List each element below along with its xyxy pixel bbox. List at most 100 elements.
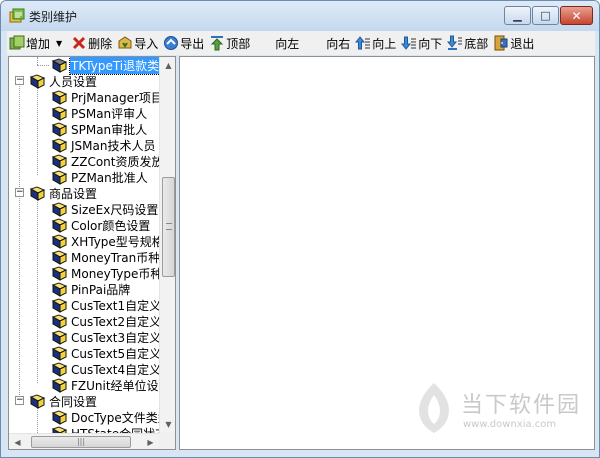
book-icon	[51, 329, 68, 345]
book-icon	[51, 409, 68, 425]
tree-node[interactable]: CusText2自定义文	[37, 313, 174, 329]
exit-icon	[493, 35, 509, 51]
tree-node[interactable]: JSMan技术人员	[37, 137, 156, 153]
scroll-up-icon[interactable]: ▲	[160, 57, 175, 74]
tree-node[interactable]: CusText4自定义文	[37, 361, 174, 377]
book-icon	[51, 217, 68, 233]
tree-node[interactable]: XHType型号规格	[37, 233, 165, 249]
tree-root-line	[19, 77, 20, 399]
top-button[interactable]: 顶部	[207, 32, 252, 54]
tree-node-label: SizeEx尺码设置	[71, 202, 159, 217]
tree-node-label: JSMan技术人员	[71, 138, 156, 153]
tree-group-personnel[interactable]: − 人员设置	[9, 73, 98, 89]
add-button[interactable]: 增加 ▼	[7, 32, 68, 54]
collapse-icon[interactable]: −	[15, 76, 24, 85]
exit-label: 退出	[510, 36, 535, 51]
bottom-label: 底部	[464, 36, 489, 51]
scroll-right-icon[interactable]: ▶	[142, 434, 159, 449]
tree-node-label: 人员设置	[49, 74, 98, 89]
import-icon	[117, 35, 133, 51]
tree-node-label: 商品设置	[49, 186, 98, 201]
move-down-button[interactable]: 向下	[399, 32, 444, 54]
book-icon	[51, 121, 68, 137]
export-icon	[163, 35, 179, 51]
collapse-icon[interactable]: −	[15, 396, 24, 405]
tree-node[interactable]: MoneyTran币种转	[37, 249, 173, 265]
move-left-label: 向左	[275, 36, 300, 51]
horizontal-scroll-thumb[interactable]: |||	[31, 436, 131, 448]
export-button[interactable]: 导出	[161, 32, 206, 54]
window-title: 类别维护	[29, 10, 78, 24]
title-bar[interactable]: 类别维护 ▁ □ ✕	[1, 1, 599, 31]
tree-node-tktype[interactable]: TKTypeTi退款类	[37, 57, 162, 75]
tree-node[interactable]: DocType文件类型	[37, 409, 171, 425]
move-left-button[interactable]: 向左	[273, 32, 301, 54]
tree-node[interactable]: SPMan审批人	[37, 121, 148, 137]
move-right-button[interactable]: 向右	[324, 32, 352, 54]
move-up-label: 向上	[372, 36, 397, 51]
book-icon	[51, 169, 68, 185]
tree-node-label: FZUnit经单位设置	[71, 378, 171, 393]
minimize-icon: ▁	[513, 9, 522, 22]
move-down-label: 向下	[418, 36, 443, 51]
close-button[interactable]: ✕	[560, 6, 593, 25]
tree-group-contract[interactable]: − 合同设置	[9, 393, 98, 409]
book-icon	[51, 361, 68, 377]
tree-node[interactable]: PZMan批准人	[37, 169, 149, 185]
watermark-title: 当下软件园	[461, 393, 582, 418]
book-icon	[51, 201, 68, 217]
tree-node[interactable]: PrjManager项目经	[37, 89, 175, 105]
move-top-icon	[209, 35, 225, 51]
book-icon	[29, 393, 46, 409]
close-icon: ✕	[571, 8, 582, 23]
tree-vertical-scrollbar[interactable]: ▲ ▼	[159, 57, 175, 433]
scroll-left-icon[interactable]: ◀	[9, 434, 26, 449]
bottom-button[interactable]: 底部	[445, 32, 490, 54]
tree-node[interactable]: Color颜色设置	[37, 217, 151, 233]
import-button[interactable]: 导入	[115, 32, 160, 54]
book-icon	[29, 73, 46, 89]
tree-node-label: TKTypeTi退款类	[68, 57, 162, 75]
add-icon	[9, 35, 25, 51]
tree-node[interactable]: CusText1自定义文	[37, 297, 174, 313]
tree-node[interactable]: PSMan评审人	[37, 105, 148, 121]
minimize-button[interactable]: ▁	[504, 6, 531, 25]
toolbar: 增加 ▼ 删除 导入 导出 顶部 向左 向右 向上 向下 底部 退出	[7, 31, 595, 55]
main-window: 类别维护 ▁ □ ✕ 增加 ▼ 删除 导入 导出 顶部 向左 向右 向上 向下 …	[0, 0, 600, 458]
tree-node[interactable]: MoneyType币种设	[37, 265, 175, 281]
vertical-scroll-thumb[interactable]	[162, 177, 175, 277]
book-icon	[51, 233, 68, 249]
tree-node[interactable]: SizeEx尺码设置	[37, 201, 159, 217]
tree-group-goods[interactable]: − 商品设置	[9, 185, 98, 201]
tree-node[interactable]: ZZCont资质发放	[37, 153, 164, 169]
move-bottom-icon	[447, 35, 463, 51]
book-icon	[51, 105, 68, 121]
maximize-button[interactable]: □	[532, 6, 559, 25]
move-up-button[interactable]: 向上	[353, 32, 398, 54]
watermark-url: www.downxia.com	[463, 419, 557, 430]
top-label: 顶部	[226, 36, 251, 51]
book-icon	[51, 377, 68, 393]
category-tree[interactable]: TKTypeTi退款类 − 人员设置 PrjManager项目经 PSMan评审…	[8, 56, 176, 450]
tree-node[interactable]: FZUnit经单位设置	[37, 377, 172, 393]
watermark: 当下软件园 www.downxia.com	[411, 381, 591, 441]
tree-node[interactable]: PinPai品牌	[37, 281, 131, 297]
tree-node-label: Color颜色设置	[71, 218, 151, 233]
grip-icon	[166, 223, 172, 230]
book-icon	[51, 297, 68, 313]
tree-node-label: ZZCont资质发放	[71, 154, 164, 169]
tree-node-label: PinPai品牌	[71, 282, 131, 297]
tree-node-label: SPMan审批人	[71, 122, 148, 137]
scroll-down-icon[interactable]: ▼	[160, 416, 175, 433]
import-label: 导入	[134, 36, 159, 51]
tree-node[interactable]: CusText3自定义文	[37, 329, 174, 345]
collapse-icon[interactable]: −	[15, 188, 24, 197]
tree-node[interactable]: CusText5自定义文	[37, 345, 174, 361]
book-icon	[51, 265, 68, 281]
chevron-down-icon[interactable]: ▼	[56, 39, 62, 48]
tree-horizontal-scrollbar[interactable]: ◀ ||| ▶	[9, 433, 159, 449]
exit-button[interactable]: 退出	[491, 32, 536, 54]
move-down-icon	[401, 35, 417, 51]
pen-book-icon	[51, 57, 68, 73]
delete-button[interactable]: 删除	[69, 32, 114, 54]
